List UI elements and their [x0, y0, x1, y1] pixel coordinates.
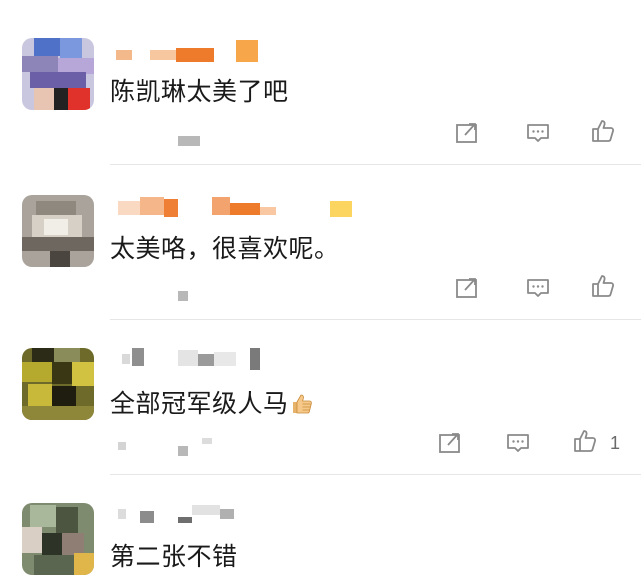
avatar[interactable]: [22, 195, 94, 267]
comment-item: 太美咯，很喜欢呢。: [0, 165, 641, 320]
comment-item: 陈凯琳太美了吧: [0, 0, 641, 165]
username-blurred[interactable]: [112, 505, 372, 527]
comment-text: 太美咯，很喜欢呢。: [110, 234, 340, 263]
comment-button[interactable]: [505, 430, 531, 456]
repost-icon: [456, 278, 477, 298]
thumbs-up-icon: [592, 275, 615, 297]
like-button[interactable]: [572, 428, 598, 454]
repost-icon: [439, 433, 460, 453]
repost-button[interactable]: [454, 275, 480, 301]
repost-icon: [456, 123, 477, 143]
like-button[interactable]: [590, 273, 616, 299]
thumbs-up-icon: [574, 430, 597, 452]
comment-text: 陈凯琳太美了吧: [110, 77, 289, 106]
comment-button[interactable]: [525, 275, 551, 301]
repost-button[interactable]: [454, 120, 480, 146]
username-blurred[interactable]: [112, 195, 372, 217]
username-blurred[interactable]: [112, 40, 372, 62]
comment-item: 全部冠军级人马 1: [0, 320, 641, 475]
thumbs-up-emoji: [292, 394, 312, 414]
like-button[interactable]: [590, 118, 616, 144]
comment-text: 第二张不错: [110, 542, 238, 571]
avatar[interactable]: [22, 503, 94, 575]
comment-button[interactable]: [525, 120, 551, 146]
comment-time-blurred: [178, 136, 278, 148]
username-blurred[interactable]: [112, 348, 372, 370]
comment-icon: [527, 124, 549, 142]
like-count: 1: [610, 433, 621, 453]
comment-time-blurred: [118, 438, 278, 456]
comment-icon: [507, 434, 529, 452]
comment-icon: [527, 279, 549, 297]
comment-item: 第二张不错: [0, 475, 641, 575]
comment-text: 全部冠军级人马: [110, 384, 313, 420]
avatar[interactable]: [22, 38, 94, 110]
thumbs-up-icon: [592, 120, 615, 142]
repost-button[interactable]: [437, 430, 463, 456]
comment-time-blurred: [178, 291, 278, 303]
avatar[interactable]: [22, 348, 94, 420]
